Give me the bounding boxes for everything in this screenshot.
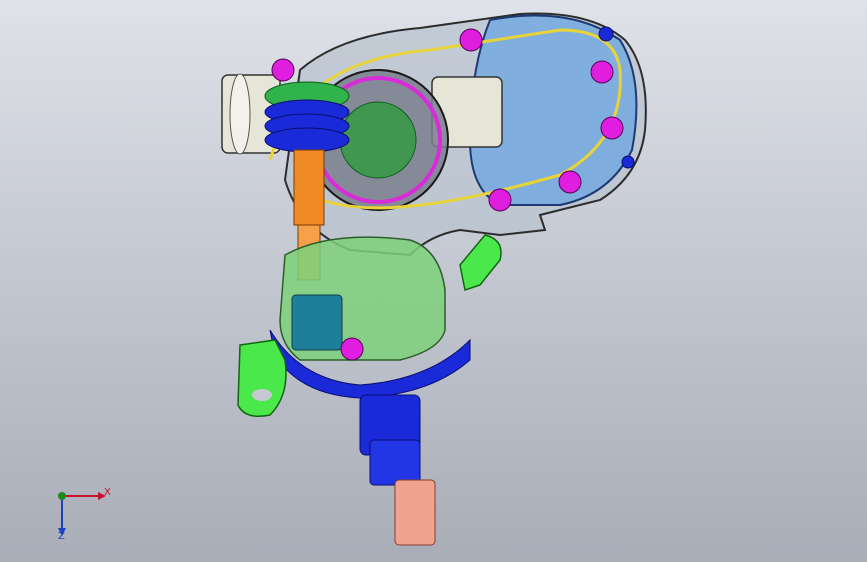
z-axis-label: Z: [58, 531, 65, 542]
left-bracket-hole: [252, 389, 272, 401]
teal-connector: [291, 294, 343, 351]
coordinate-triad[interactable]: X Y Z: [44, 478, 124, 548]
blue-spring: [264, 99, 350, 153]
cad-model-gear-housing[interactable]: [0, 0, 867, 562]
triad-axes: [58, 492, 106, 536]
small-blue-bolt: [598, 26, 614, 42]
left-cylinder-face: [229, 73, 251, 155]
blue-output-collar: [369, 439, 421, 486]
cad-viewport[interactable]: X Y Z: [0, 0, 867, 562]
x-axis-label: X: [104, 487, 111, 498]
orange-shaft: [293, 149, 325, 226]
right-bracket: [459, 234, 502, 291]
left-bracket: [237, 339, 287, 417]
small-blue-bolt-2: [621, 155, 635, 169]
pink-shaft: [394, 479, 436, 546]
big-gear-hub: [339, 101, 417, 179]
